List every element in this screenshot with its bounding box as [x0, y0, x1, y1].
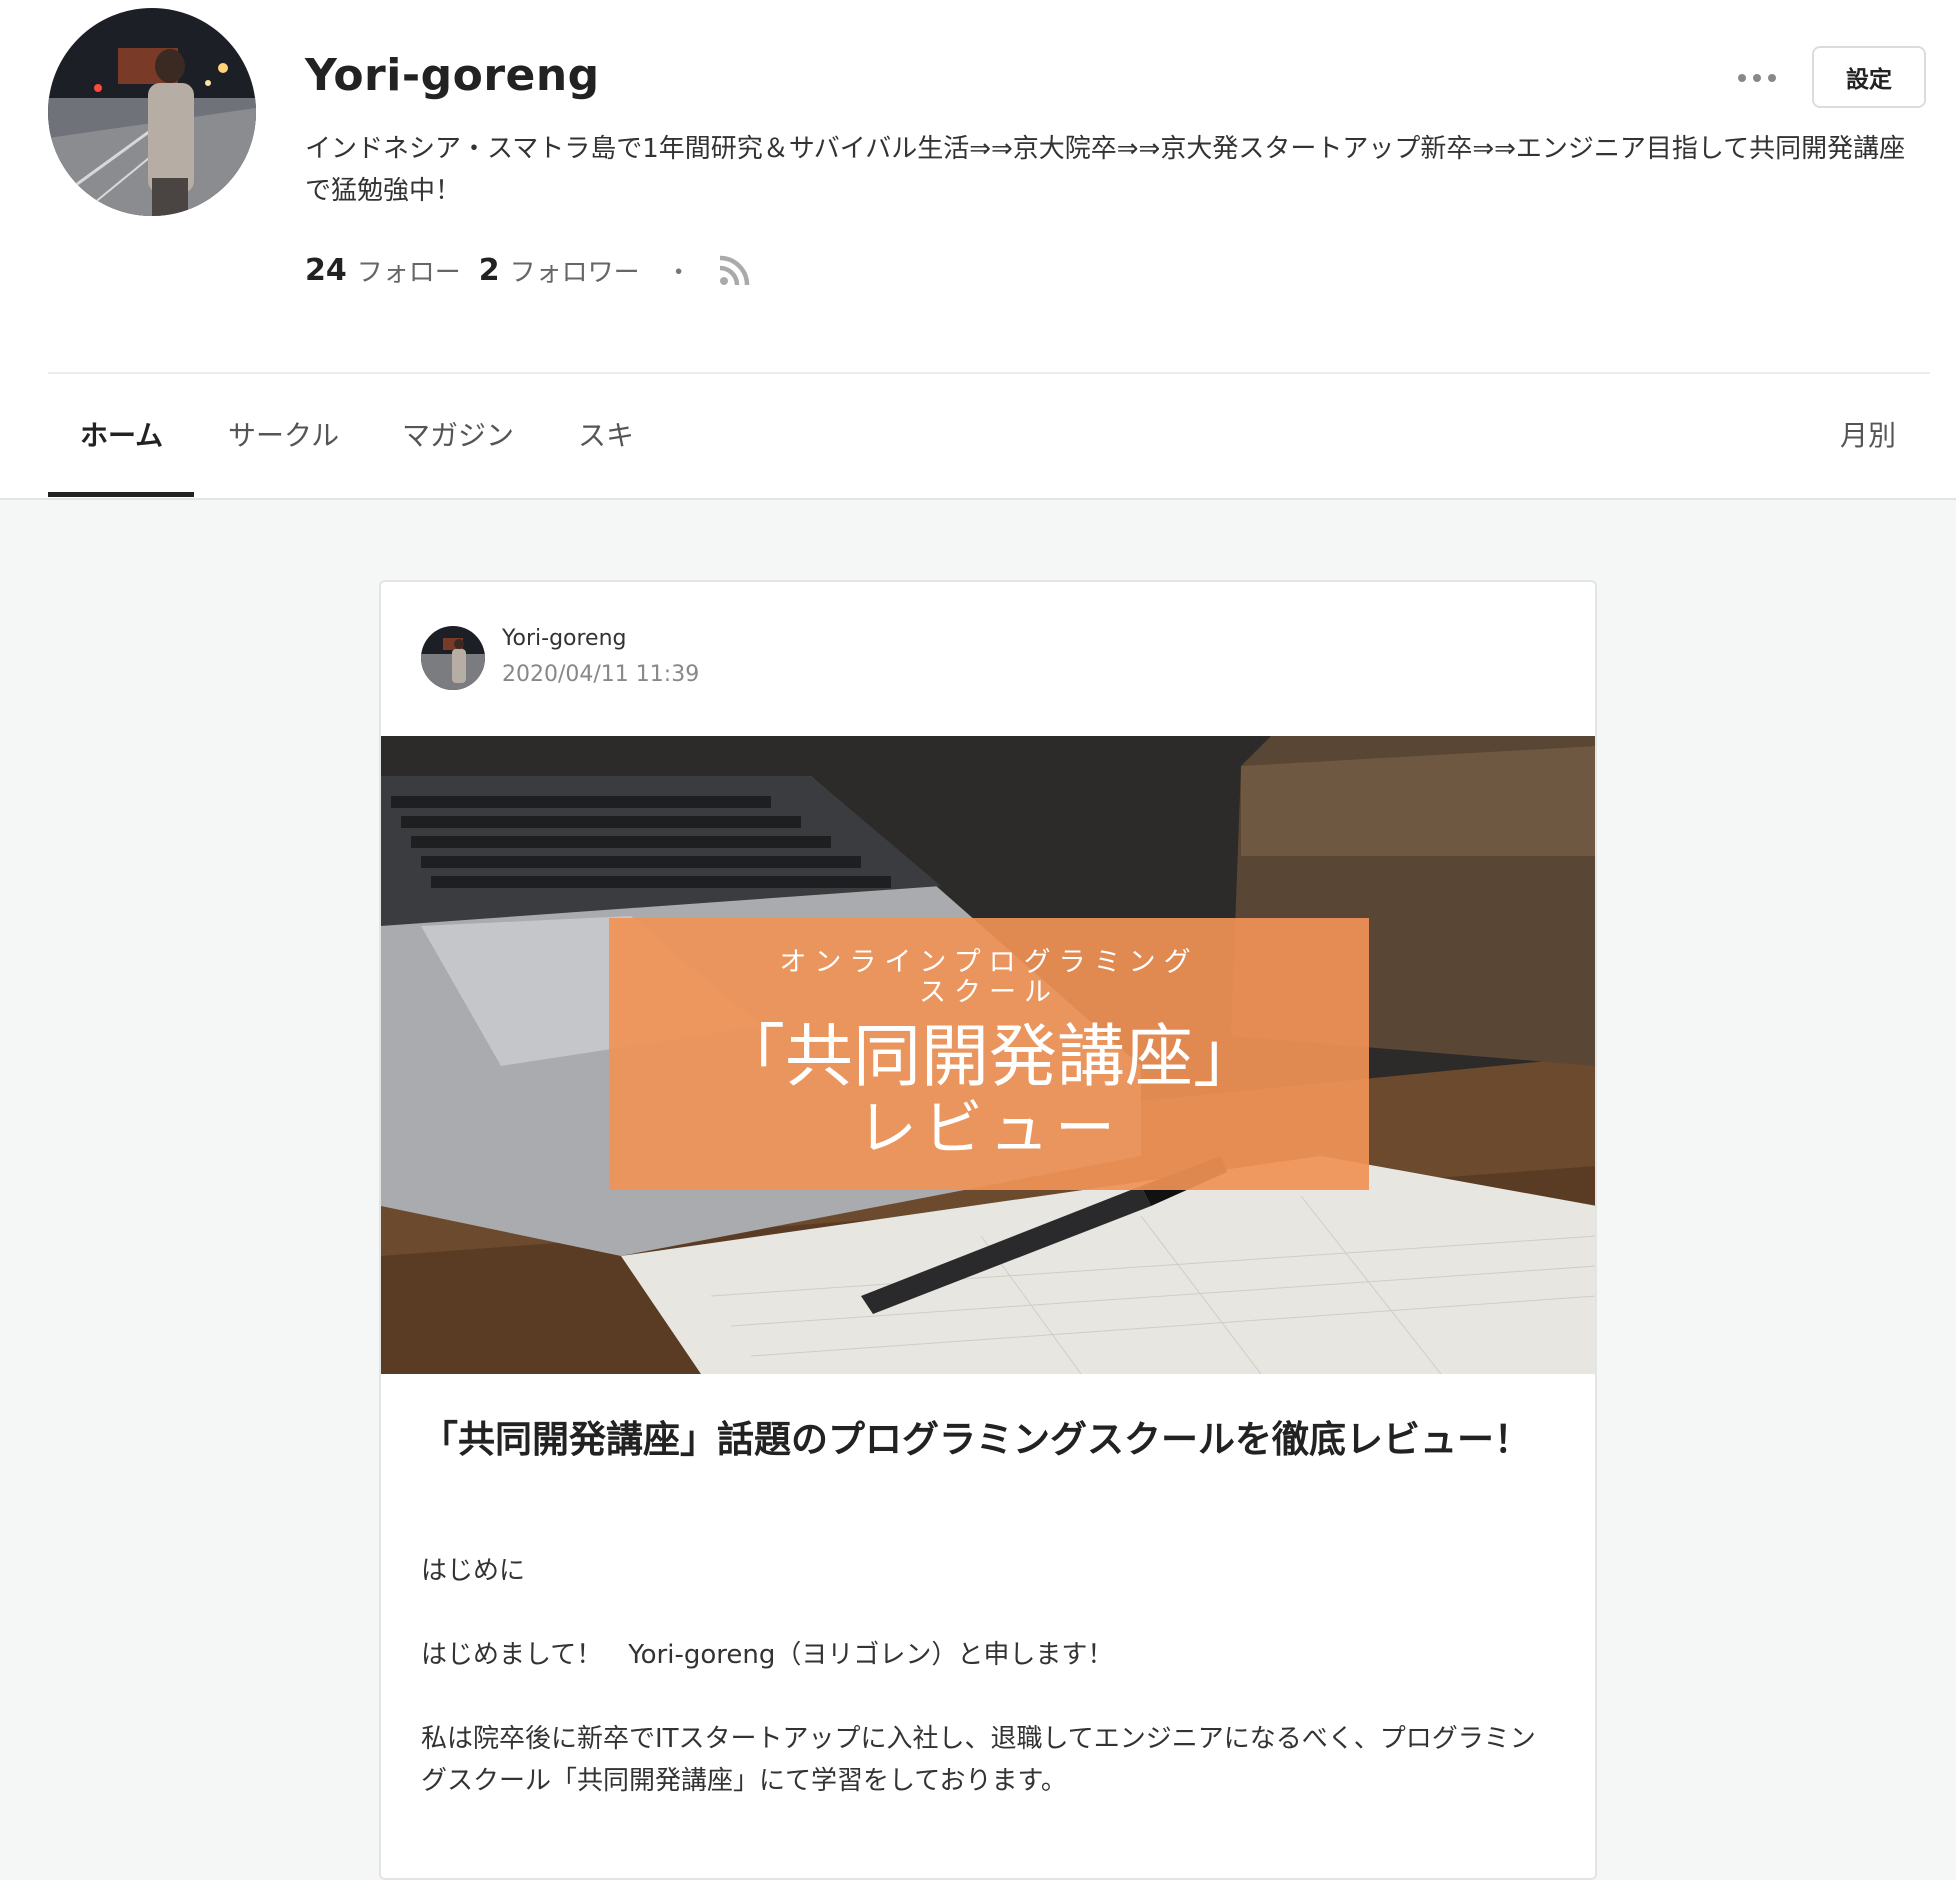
hero-subtitle: オンラインプログラミングスクール — [779, 947, 1199, 1008]
post-paragraph: はじめまして！ Yori-goreng（ヨリゴレン）と申します！ — [421, 1640, 1114, 1670]
profile-header: Yori-goreng インドネシア・スマトラ島で1年間研究＆サバイバル生活⇒⇒… — [0, 0, 1956, 500]
post-author[interactable]: Yori-goreng — [502, 626, 627, 651]
stats-separator: ・ — [665, 257, 692, 288]
following-count[interactable]: 24 — [305, 253, 347, 288]
tab-home[interactable]: ホーム — [80, 374, 163, 498]
post-paragraph: はじめに — [421, 1556, 526, 1586]
settings-button[interactable]: 設定 — [1812, 46, 1926, 108]
followers-count[interactable]: 2 — [479, 253, 500, 288]
profile-bio: インドネシア・スマトラ島で1年間研究＆サバイバル生活⇒⇒京大院卒⇒⇒京大発スター… — [305, 134, 1906, 206]
tab-magazine[interactable]: マガジン — [402, 374, 514, 498]
profile-name: Yori-goreng — [305, 50, 600, 101]
post-date: 2020/04/11 11:39 — [502, 662, 700, 687]
hero-title-review: レビュー — [857, 1094, 1121, 1164]
active-tab-indicator — [48, 492, 194, 497]
hero-title-overlay: オンラインプログラミングスクール 「共同開発講座」 レビュー — [609, 918, 1369, 1190]
profile-tabs: ホーム サークル マガジン スキ 月別 — [48, 374, 1930, 498]
tab-circle[interactable]: サークル — [228, 374, 339, 498]
post-excerpt: はじめに はじめまして！ Yori-goreng（ヨリゴレン）と申します！ 私は… — [421, 1550, 1551, 1844]
profile-avatar[interactable] — [48, 8, 256, 216]
hero-title: 「共同開発講座」 — [716, 1018, 1261, 1097]
post-hero-image[interactable]: オンラインプログラミングスクール 「共同開発講座」 レビュー — [381, 736, 1595, 1374]
tab-likes[interactable]: スキ — [578, 374, 634, 498]
post-card[interactable]: Yori-goreng 2020/04/11 11:39 オンラインプログラミン… — [379, 580, 1597, 1880]
follow-stats: 24 フォロー 2 フォロワー ・ — [305, 248, 752, 292]
author-avatar[interactable] — [421, 626, 485, 690]
post-paragraph: 私は院卒後に新卒でITスタートアップに入社し、退職してエンジニアになるべく、プロ… — [421, 1724, 1536, 1796]
more-dots-icon[interactable] — [1738, 62, 1776, 94]
monthly-archive-link[interactable]: 月別 — [1840, 374, 1896, 498]
post-title[interactable]: 「共同開発講座」話題のプログラミングスクールを徹底レビュー！ — [421, 1410, 1541, 1469]
following-label[interactable]: フォロー — [357, 252, 461, 289]
rss-icon[interactable] — [718, 253, 752, 287]
followers-label[interactable]: フォロワー — [510, 252, 640, 289]
